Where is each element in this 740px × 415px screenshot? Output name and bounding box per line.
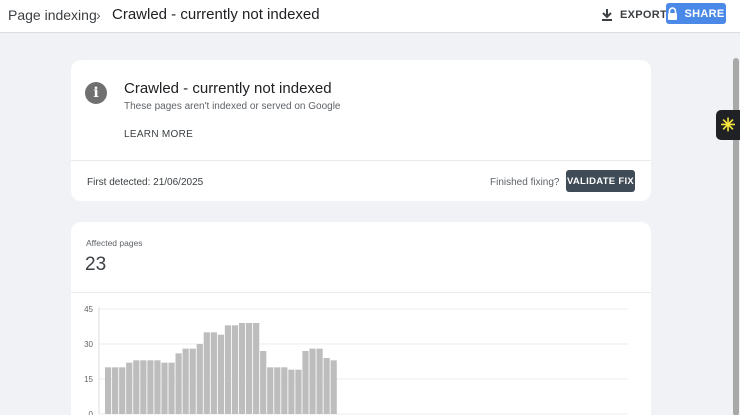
affected-pages-chart: 45 30 15 0: [84, 305, 628, 415]
affected-pages-card: Affected pages 23 45 30 15 0: [71, 222, 651, 415]
chart-bar[interactable]: [231, 325, 239, 414]
chart-bar[interactable]: [119, 367, 126, 414]
chart-bar[interactable]: [140, 360, 147, 414]
y-tick-label: 30: [84, 340, 93, 349]
chart-bar[interactable]: [309, 348, 316, 414]
issue-subtitle: These pages aren't indexed or served on …: [124, 101, 341, 112]
top-bar: Page indexing › Crawled - currently not …: [0, 0, 740, 33]
chart-bar[interactable]: [316, 348, 323, 414]
sparkle-icon[interactable]: ✳: [716, 110, 740, 140]
validate-fix-button[interactable]: VALIDATE FIX: [566, 170, 635, 192]
y-tick-label: 45: [84, 305, 93, 314]
chart-bar[interactable]: [175, 353, 182, 414]
export-button[interactable]: EXPORT: [600, 3, 667, 27]
chart-bar[interactable]: [133, 360, 140, 414]
chart-bar[interactable]: [210, 332, 217, 414]
chart-bar[interactable]: [154, 360, 161, 414]
share-button[interactable]: SHARE: [666, 3, 726, 24]
share-label: SHARE: [684, 7, 725, 20]
breadcrumb-page-indexing[interactable]: Page indexing: [8, 7, 97, 23]
chart-bar[interactable]: [288, 369, 295, 414]
breadcrumb-chevron-icon: ›: [96, 7, 101, 23]
chart-bar[interactable]: [274, 367, 281, 414]
issue-card: i Crawled - currently not indexed These …: [71, 60, 651, 201]
chart-bar[interactable]: [182, 348, 189, 414]
info-icon: i: [85, 82, 107, 104]
learn-more-link[interactable]: LEARN MORE: [124, 129, 193, 140]
chart-bar[interactable]: [217, 334, 224, 414]
chart-bar[interactable]: [147, 360, 154, 414]
chart-bar[interactable]: [224, 325, 232, 414]
finished-fixing-text: Finished fixing?: [490, 177, 560, 188]
chart-bar[interactable]: [238, 323, 246, 414]
page-title: Crawled - currently not indexed: [112, 6, 320, 23]
chart-bar[interactable]: [323, 358, 330, 414]
download-icon: [602, 9, 612, 21]
chart-bar[interactable]: [168, 362, 175, 414]
chart-bar[interactable]: [295, 369, 302, 414]
export-label: EXPORT: [620, 9, 668, 21]
chart-bar[interactable]: [253, 323, 260, 414]
chart-bar[interactable]: [302, 351, 309, 414]
chart-bar[interactable]: [246, 323, 253, 414]
issue-title: Crawled - currently not indexed: [124, 80, 332, 97]
chart-bar[interactable]: [267, 367, 274, 414]
chart-bar[interactable]: [105, 367, 112, 414]
chart-bar[interactable]: [189, 348, 196, 414]
chart-bar[interactable]: [330, 360, 337, 414]
chart-bar[interactable]: [203, 332, 210, 414]
y-tick-label: 0: [89, 410, 94, 415]
chart-bar[interactable]: [260, 351, 267, 414]
y-tick-label: 15: [84, 375, 93, 384]
lock-icon: [668, 7, 678, 20]
chart-bar[interactable]: [126, 362, 133, 414]
chart-bar[interactable]: [112, 367, 119, 414]
divider: [71, 160, 651, 161]
first-detected-text: First detected: 21/06/2025: [87, 177, 204, 188]
chart-bar[interactable]: [196, 344, 203, 414]
chart-bar[interactable]: [161, 362, 168, 414]
chart-bar[interactable]: [281, 367, 288, 414]
